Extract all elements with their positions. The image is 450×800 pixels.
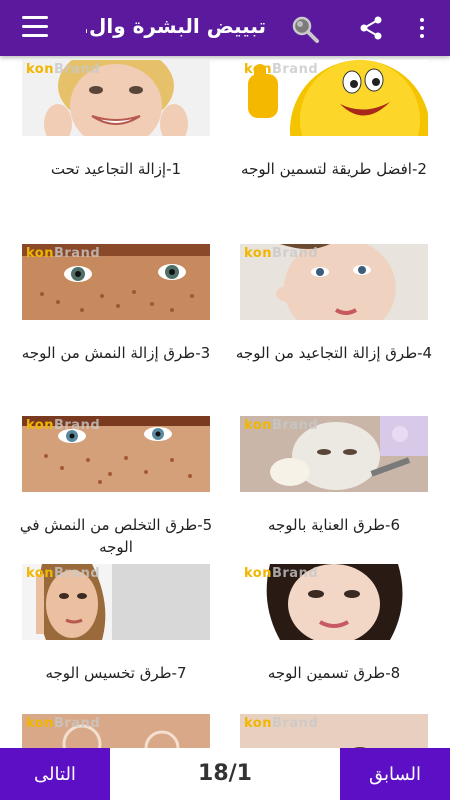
article-grid: konBrand 2-افضل طريقة لتسمين الوجه konBr… — [0, 56, 450, 748]
article-title[interactable]: 6-طرق العناية بالوجه — [230, 514, 438, 536]
brand-watermark: konBrand — [26, 62, 101, 77]
article-title[interactable]: 7-طرق تخسيس الوجه — [12, 662, 220, 684]
article-title[interactable]: 5-طرق التخلص من النمش في الوجه — [12, 514, 220, 558]
article-title[interactable]: 3-طرق إزالة النمش من الوجه — [12, 342, 220, 364]
brand-watermark: konBrand — [26, 566, 101, 581]
brand-watermark: konBrand — [26, 418, 101, 433]
brand-watermark: konBrand — [26, 716, 101, 731]
search-icon[interactable] — [290, 14, 320, 44]
article-title[interactable]: 2-افضل طريقة لتسمين الوجه — [230, 158, 438, 180]
brand-watermark: konBrand — [244, 716, 319, 731]
brand-watermark: konBrand — [244, 566, 319, 581]
page-counter: 18/1 — [198, 761, 252, 786]
previous-button[interactable]: السابق — [340, 748, 450, 800]
pagination-bar: التالى 18/1 السابق — [0, 748, 450, 800]
article-title[interactable]: 4-طرق إزالة التجاعيد من الوجه — [230, 342, 438, 364]
app-bar: تبييض البشرة وال.. — [0, 0, 450, 56]
next-button[interactable]: التالى — [0, 748, 110, 800]
article-title[interactable]: 1-إزالة التجاعيد تحت — [12, 158, 220, 180]
more-vert-icon[interactable] — [418, 18, 426, 40]
app-title: تبييض البشرة وال.. — [86, 14, 266, 38]
brand-watermark: konBrand — [244, 418, 319, 433]
brand-watermark: konBrand — [244, 246, 319, 261]
share-icon[interactable] — [358, 15, 384, 41]
brand-watermark: konBrand — [26, 246, 101, 261]
article-title[interactable]: 8-طرق تسمين الوجه — [230, 662, 438, 684]
menu-icon[interactable] — [22, 16, 48, 38]
brand-watermark: konBrand — [244, 62, 319, 77]
